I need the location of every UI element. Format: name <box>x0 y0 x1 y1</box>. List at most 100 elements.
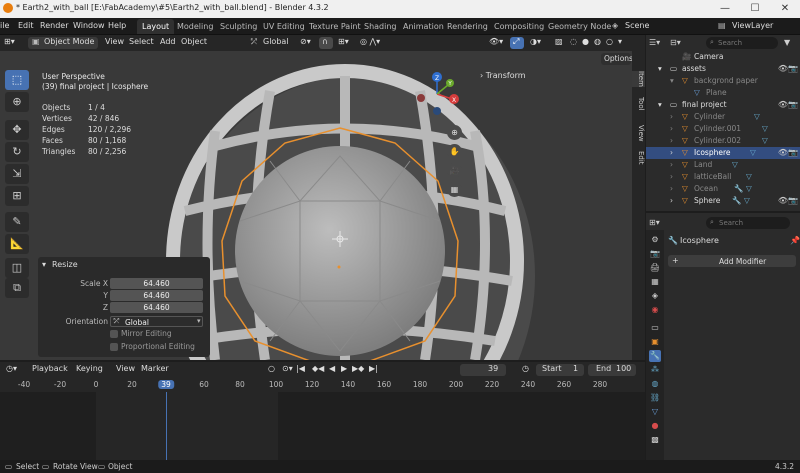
expand-icon[interactable]: › <box>670 196 673 205</box>
scale-x-field[interactable]: 64.460 <box>110 278 203 289</box>
menu-edit[interactable]: Edit <box>18 21 34 30</box>
outliner-row-ocean[interactable]: › ▽ Ocean 🔧 ▽ <box>646 183 800 195</box>
move-icon[interactable]: ✥ <box>5 120 29 140</box>
expand-icon[interactable]: › <box>670 124 673 133</box>
scale-y-field[interactable]: 64.460 <box>110 290 203 301</box>
expand-icon[interactable]: › <box>670 160 673 169</box>
outliner-row-plane[interactable]: ▽ Plane <box>646 87 800 99</box>
expand-icon[interactable]: › <box>670 136 673 145</box>
pan-icon[interactable]: ✋ <box>447 144 462 159</box>
overlay-icon[interactable]: ◑▾ <box>530 37 541 46</box>
outliner-row-backgrond-paper[interactable]: ▾ ▽ backgrond paper <box>646 75 800 87</box>
tab-tool[interactable]: Tool <box>632 97 645 111</box>
outliner-row-cylinder[interactable]: › ▽ Cylinder ▽ <box>646 111 800 123</box>
modifier-tab-icon[interactable]: 🔧 <box>649 350 661 362</box>
xray-icon[interactable]: ▨ <box>555 37 563 46</box>
outliner-filter-icon[interactable]: ⊟▾ <box>670 38 681 47</box>
minimize-button[interactable]: — <box>710 0 740 18</box>
scene-selector[interactable]: Scene <box>625 21 649 30</box>
output-tab-icon[interactable]: 🖨 <box>649 262 661 274</box>
particles-tab-icon[interactable]: ⁂ <box>649 364 661 376</box>
outliner-row-final-project[interactable]: ▾ ▭ final project 👁 📷 <box>646 99 800 111</box>
render-icon[interactable]: 📷 <box>788 64 798 73</box>
record-icon[interactable]: ○ <box>268 364 275 373</box>
scale-icon[interactable]: ⇲ <box>5 164 29 184</box>
tab-sculpting[interactable]: Sculpting <box>215 19 262 34</box>
wireframe-shading-icon[interactable]: ◌ <box>570 37 577 46</box>
outliner-row-land[interactable]: › ▽ Land ▽ <box>646 159 800 171</box>
snap-settings-icon[interactable]: ⊞▾ <box>338 37 349 46</box>
scale-z-field[interactable]: 64.460 <box>110 302 203 313</box>
properties-editor-icon[interactable]: ⊞▾ <box>649 218 660 227</box>
annotate-icon[interactable]: ✎ <box>5 212 29 232</box>
jump-start-icon[interactable]: |◀ <box>296 364 305 373</box>
viewlayer-selector[interactable]: ViewLayer <box>732 21 773 30</box>
menu-file[interactable]: ile <box>0 21 9 30</box>
collection-tab-icon[interactable]: ▭ <box>649 322 661 334</box>
outliner-row-latticeball[interactable]: › ▽ latticeBall ▽ <box>646 171 800 183</box>
eye-icon[interactable]: 👁 <box>778 148 788 157</box>
transform-panel-toggle[interactable]: › Transform <box>480 71 526 80</box>
tab-layout[interactable]: Layout <box>137 19 175 34</box>
menu-add[interactable]: Add <box>160 37 176 46</box>
mirror-editing-checkbox[interactable] <box>110 330 118 338</box>
jump-end-icon[interactable]: ▶| <box>369 364 378 373</box>
playhead-frame[interactable]: 39 <box>158 380 174 389</box>
next-keyframe-icon[interactable]: ▶◆ <box>352 364 364 373</box>
texture-tab-icon[interactable]: ▩ <box>649 434 661 446</box>
physics-tab-icon[interactable]: ◍ <box>649 378 661 390</box>
current-frame-field[interactable] <box>460 364 506 376</box>
close-button[interactable]: ✕ <box>770 0 800 18</box>
keyframe-settings-icon[interactable]: ⊙▾ <box>282 364 293 373</box>
material-tab-icon[interactable]: ● <box>649 420 661 432</box>
timeline-area[interactable] <box>0 392 645 460</box>
proportional-editing-checkbox[interactable] <box>110 343 118 351</box>
add-cube-icon[interactable]: ◫ <box>5 258 29 278</box>
outliner-row-icosphere[interactable]: › ▽ Icosphere ▽ 👁 📷 <box>646 147 800 159</box>
timeline-ruler[interactable]: -40 -20 0 20 39 60 80 100 120 140 160 18… <box>0 378 645 392</box>
expand-icon[interactable]: › <box>670 184 673 193</box>
play-icon[interactable]: ▶ <box>341 364 347 373</box>
expand-icon[interactable]: ▾ <box>670 76 674 85</box>
tab-edit[interactable]: Edit <box>632 151 645 165</box>
cursor-icon[interactable]: ⊕ <box>5 92 29 112</box>
outliner-row-cylinder-001[interactable]: › ▽ Cylinder.001 ▽ <box>646 123 800 135</box>
tab-geometry-nodes[interactable]: Geometry Node <box>543 19 616 34</box>
options-dropdown[interactable]: Options <box>601 53 633 65</box>
expand-icon[interactable]: ▾ <box>658 64 662 73</box>
menu-select[interactable]: Select <box>129 37 154 46</box>
maximize-button[interactable]: ☐ <box>740 0 770 18</box>
outliner-editor-icon[interactable]: ☰▾ <box>649 38 660 47</box>
eye-icon[interactable]: 👁 <box>778 196 788 205</box>
tab-uv-editing[interactable]: UV Editing <box>258 19 310 34</box>
menu-view[interactable]: View <box>105 37 124 46</box>
tab-item[interactable]: Item <box>632 71 645 87</box>
timeline-editor-icon[interactable]: ◷▾ <box>6 364 17 373</box>
outliner-row-camera[interactable]: 🎥 Camera <box>646 51 800 63</box>
tab-compositing[interactable]: Compositing <box>489 19 549 34</box>
menu-playback[interactable]: Playback <box>32 364 68 373</box>
tab-modeling[interactable]: Modeling <box>172 19 218 34</box>
measure-icon[interactable]: 📐 <box>5 234 29 254</box>
zoom-icon[interactable]: ⊕ <box>447 125 462 140</box>
visibility-icon[interactable]: 👁▾ <box>489 37 503 46</box>
menu-window[interactable]: Window <box>73 21 105 30</box>
data-tab-icon[interactable]: ▽ <box>649 406 661 418</box>
eye-icon[interactable]: 👁 <box>778 100 788 109</box>
constraints-tab-icon[interactable]: ⛓ <box>649 392 661 404</box>
material-shading-icon[interactable]: ◍ <box>594 37 601 46</box>
tab-shading[interactable]: Shading <box>359 19 402 34</box>
world-tab-icon[interactable]: ◉ <box>649 304 661 316</box>
outliner-row-sphere[interactable]: › ▽ Sphere 🔧 ▽ 👁 📷 <box>646 195 800 207</box>
prev-keyframe-icon[interactable]: ◆◀ <box>312 364 324 373</box>
object-tab-icon[interactable]: ▣ <box>649 336 661 348</box>
menu-help[interactable]: Help <box>108 21 126 30</box>
menu-keying[interactable]: Keying <box>76 364 103 373</box>
outliner-filter-funnel-icon[interactable]: ▼ <box>784 38 790 47</box>
outliner-row-cylinder-002[interactable]: › ▽ Cylinder.002 ▽ <box>646 135 800 147</box>
solid-shading-icon[interactable]: ● <box>582 37 589 46</box>
perspective-toggle-icon[interactable]: ▦ <box>447 182 462 197</box>
select-box-icon[interactable]: ⬚ <box>5 70 29 90</box>
render-icon[interactable]: 📷 <box>788 196 798 205</box>
render-tab-icon[interactable]: 📷 <box>649 248 661 260</box>
